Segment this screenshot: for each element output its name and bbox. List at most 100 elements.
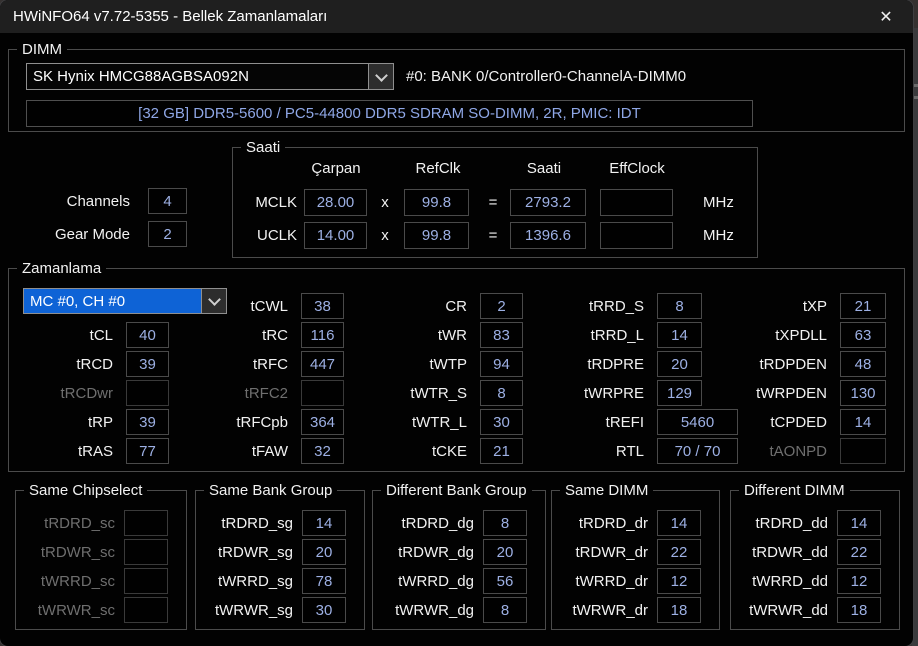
window-title: HWiNFO64 v7.72-5355 - Bellek Zamanlamala…: [13, 8, 328, 25]
timing-value: 56: [483, 568, 527, 594]
channels-label: Channels: [66, 192, 130, 210]
timing-label: tAONPD: [769, 442, 827, 460]
timing-row: tFAW 32: [193, 438, 344, 464]
timings-channel-selector-value: MC #0, CH #0: [24, 289, 201, 313]
timing-value: 78: [302, 568, 346, 594]
timing-label: tCWL: [250, 297, 289, 315]
timing-row: tRDPDEN 48: [732, 351, 886, 377]
timing-row: tCPDED 14: [732, 409, 886, 435]
same-bank-group-group: Same Bank Group tRDRD_sg 14 tRDWR_sg 20 …: [195, 482, 365, 630]
uclk-effclock: [600, 222, 673, 249]
timing-value: 83: [480, 322, 523, 348]
timing-value: 39: [126, 409, 169, 435]
timing-value: 77: [126, 438, 169, 464]
group-body: tRDRD_dr 14 tRDWR_dr 22 tWRRD_dr 12 tWRW…: [552, 491, 719, 626]
timing-row: tRCD 39: [18, 351, 169, 377]
timing-row: tWRWR_sg 30: [202, 597, 346, 623]
timing-value: 30: [480, 409, 523, 435]
timing-value: 32: [301, 438, 344, 464]
timing-value: 14: [840, 409, 886, 435]
timing-value: 14: [837, 510, 881, 536]
timings-group-label: Zamanlama: [17, 260, 107, 277]
timing-value: 12: [657, 568, 701, 594]
timing-label: tCKE: [431, 442, 467, 460]
timing-label: tRDPDEN: [759, 355, 827, 373]
timing-label: tWTR_L: [411, 413, 467, 431]
timing-value: 14: [302, 510, 346, 536]
timing-value: 70 / 70: [657, 438, 738, 464]
timing-value: 30: [302, 597, 346, 623]
timing-label: tRCDwr: [60, 384, 114, 402]
timing-label: tRDRD_sc: [44, 514, 115, 532]
group-body: tRDRD_sc tRDWR_sc tWRRD_sc tWRWR_sc: [16, 491, 186, 626]
timing-row: tWTP 94: [372, 351, 523, 377]
timing-value: 48: [840, 351, 886, 377]
timing-value: 130: [840, 380, 886, 406]
timing-value: 63: [840, 322, 886, 348]
group-body: tRDRD_dg 8 tRDWR_dg 20 tWRRD_dg 56 tWRWR…: [373, 491, 545, 626]
timing-row: tRFC2: [193, 380, 344, 406]
timing-row: tRDWR_sg 20: [202, 539, 346, 565]
mclk-label: MCLK: [255, 194, 297, 211]
timing-row: tCWL 38: [193, 293, 344, 319]
timing-label: tCL: [89, 326, 113, 344]
timing-row: tRDWR_dg 20: [379, 539, 527, 565]
timing-row: tXP 21: [732, 293, 886, 319]
times-sign: x: [381, 227, 389, 244]
timing-value: 18: [657, 597, 701, 623]
timing-label: tXPDLL: [775, 326, 827, 344]
dimm-selector[interactable]: SK Hynix HMCG88AGBSA092N: [26, 63, 394, 90]
timing-row: tRDRD_dg 8: [379, 510, 527, 536]
timing-row: tRDPRE 20: [549, 351, 738, 377]
dimm-group-label: DIMM: [17, 41, 67, 58]
clocks-group: Saati Çarpan RefClk Saati EffClock MCLK …: [232, 139, 758, 258]
timing-label: tRDPRE: [587, 355, 644, 373]
timing-row: tCKE 21: [372, 438, 523, 464]
timing-value: 116: [301, 322, 344, 348]
timing-value: 22: [837, 539, 881, 565]
timing-label: tWRRD_sg: [217, 572, 293, 590]
mclk-clock: 2793.2: [510, 189, 586, 216]
timing-row: tCL 40: [18, 322, 169, 348]
timing-value: 38: [301, 293, 344, 319]
timing-label: tRC: [262, 326, 288, 344]
timing-value: 5460: [657, 409, 738, 435]
timing-label: tRCD: [76, 355, 113, 373]
clocks-group-label: Saati: [241, 139, 286, 156]
multiplier-header: Çarpan: [311, 160, 361, 177]
timing-row: tRC 116: [193, 322, 344, 348]
timing-label: tFAW: [251, 442, 288, 460]
timing-value: [301, 380, 344, 406]
uclk-clock: 1396.6: [510, 222, 586, 249]
timing-row: tXPDLL 63: [732, 322, 886, 348]
timings-column-3: CR 2 tWR 83 tWTP 94 tWTR_S 8 tWTR_L 30 t…: [372, 293, 523, 467]
timing-row: tWTR_L 30: [372, 409, 523, 435]
dimm-module-info: [32 GB] DDR5-5600 / PC5-44800 DDR5 SDRAM…: [26, 100, 753, 127]
timing-row: tRDRD_dd 14: [737, 510, 881, 536]
timings-column-5: tXP 21 tXPDLL 63 tRDPDEN 48 tWRPDEN 130 …: [732, 293, 886, 467]
dimm-selector-dropdown-button[interactable]: [368, 64, 393, 89]
timing-row: tWRWR_dd 18: [737, 597, 881, 623]
timing-row: tWRPDEN 130: [732, 380, 886, 406]
uclk-refclk: 99.8: [404, 222, 469, 249]
timing-label: tWRWR_dd: [749, 601, 828, 619]
effclock-header: EffClock: [609, 160, 665, 177]
timing-row: tRCDwr: [18, 380, 169, 406]
timing-label: tRDRD_dg: [401, 514, 474, 532]
timing-row: tWRRD_dd 12: [737, 568, 881, 594]
timing-label: tWRRD_dr: [575, 572, 648, 590]
timings-column-4: tRRD_S 8 tRRD_L 14 tRDPRE 20 tWRPRE 129 …: [549, 293, 738, 467]
close-button[interactable]: ✕: [865, 0, 907, 33]
timing-label: tRDWR_dd: [752, 543, 828, 561]
timing-row: tRFC 447: [193, 351, 344, 377]
mclk-multiplier: 28.00: [304, 189, 367, 216]
refclk-header: RefClk: [415, 160, 461, 177]
timings-group: Zamanlama MC #0, CH #0 tCL 40 tRCD 39 tR…: [8, 260, 905, 472]
same-chipselect-group: Same Chipselect tRDRD_sc tRDWR_sc tWRRD_…: [15, 482, 187, 630]
timing-label: tRRD_L: [590, 326, 644, 344]
timing-value: 364: [301, 409, 344, 435]
timing-row: tWRRD_sc: [22, 568, 168, 594]
timing-value: [124, 597, 168, 623]
timing-label: tWRWR_sg: [214, 601, 293, 619]
timings-column-2: tCWL 38 tRC 116 tRFC 447 tRFC2 tRFCpb 36…: [193, 293, 344, 467]
